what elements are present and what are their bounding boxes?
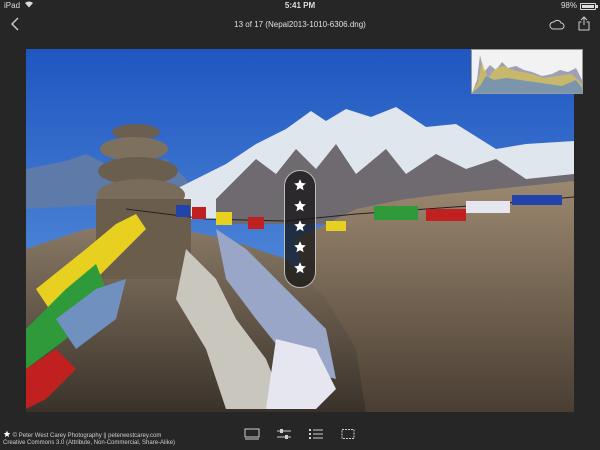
rating-star-1[interactable] [292,178,308,197]
cloud-sync-button[interactable] [548,17,566,35]
star-icon [293,199,307,218]
star-icon [293,219,307,238]
share-icon [578,16,590,36]
battery-percent: 98% [560,1,577,10]
filmstrip-button[interactable] [242,428,262,444]
list-button[interactable] [306,428,326,444]
rating-star-2[interactable] [292,199,308,218]
star-rating-control[interactable] [284,170,316,288]
rating-star-5[interactable] [292,261,308,280]
nav-bar: 13 of 17 (Nepal2013-1010-6306.dng) [0,12,600,40]
star-icon [293,240,307,259]
histogram-panel [471,49,583,94]
filmstrip-icon [244,427,260,445]
battery-icon [580,3,598,10]
star-icon [3,430,11,438]
star-icon [293,261,307,280]
status-bar: iPad 5:41 PM 98% [0,0,600,12]
adjust-sliders-icon [276,427,292,445]
rating-star-3[interactable] [292,219,308,238]
photo-credit: © Peter West Carey Photography || peterw… [3,430,175,447]
star-icon [293,178,307,197]
status-time: 5:41 PM [284,1,316,10]
crop-button[interactable] [338,428,358,444]
credit-line-1: © Peter West Carey Photography || peterw… [3,430,175,440]
cloud-icon [549,17,565,35]
adjust-button[interactable] [274,428,294,444]
crop-icon [340,427,356,445]
photo-title: 13 of 17 (Nepal2013-1010-6306.dng) [234,20,366,29]
histogram-graph [472,55,582,93]
rating-star-4[interactable] [292,240,308,259]
credit-line-2: Creative Commons 3.0 (Attribute, Non-Com… [3,440,176,446]
status-right: 98% [560,0,598,12]
list-icon [308,427,324,445]
bottom-toolbar: © Peter West Carey Photography || peterw… [0,418,600,450]
share-button[interactable] [576,16,592,36]
